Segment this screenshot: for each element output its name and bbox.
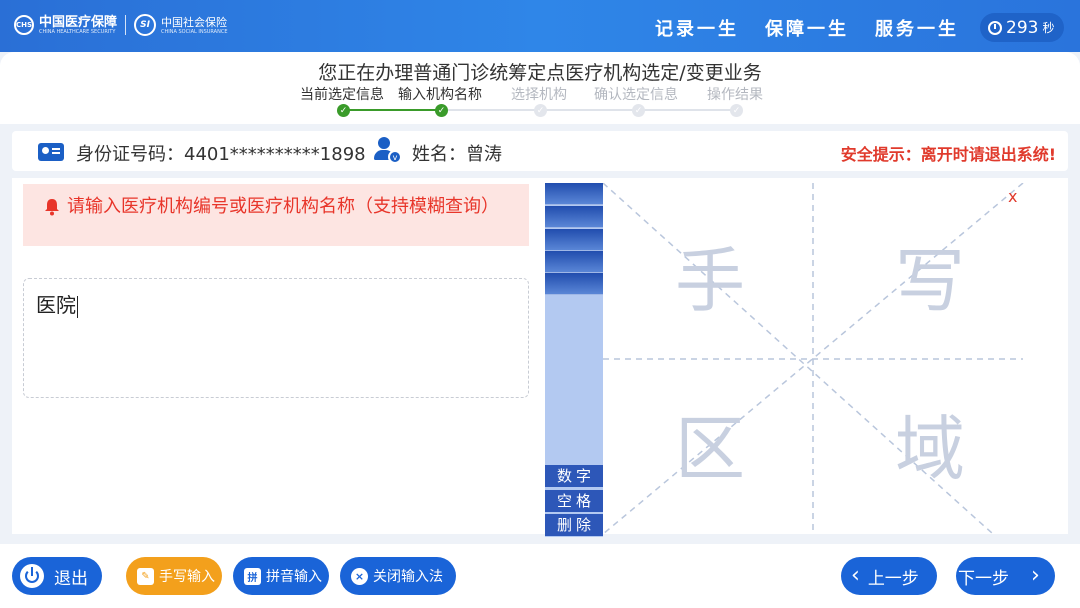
number-key-button[interactable]: 数字 <box>545 465 603 487</box>
slogan-record: 记录一生 <box>655 19 739 40</box>
text-caret <box>77 295 78 318</box>
id-number: 身份证号码：4401**********1898 <box>76 140 366 166</box>
candidate-slot[interactable] <box>545 229 603 251</box>
step-current-info: 当前选定信息 <box>300 87 384 103</box>
user-info-bar: 身份证号码：4401**********1898 v 姓名：曾涛 安全提示：离开… <box>12 131 1068 171</box>
step-dot-5: ✓ <box>730 104 743 117</box>
candidate-keypad: 数字 空格 删除 <box>545 183 603 537</box>
alert-text: 请输入医疗机构编号或医疗机构名称（支持模糊查询） <box>67 196 499 217</box>
next-label: 下一步 <box>958 568 1009 589</box>
pad-hint-char: 区 <box>675 408 745 490</box>
step-result: 操作结果 <box>707 87 763 103</box>
brand-primary-english: CHINA HEALTHCARE SECURITY <box>39 28 116 35</box>
step-dot-3: ✓ <box>534 104 547 117</box>
step-select-institution: 选择机构 <box>511 87 567 103</box>
chevron-left-icon: ‹ <box>851 563 860 588</box>
next-step-button[interactable]: 下一步 › <box>956 557 1055 595</box>
delete-key-button[interactable]: 删除 <box>545 514 603 536</box>
prev-label: 上一步 <box>867 568 919 589</box>
pad-hint-char: 域 <box>895 408 965 490</box>
brand-secondary-name: 中国社会保险 <box>161 15 228 29</box>
institution-search-input[interactable]: 医院 <box>23 278 529 398</box>
chevron-right-icon: › <box>1031 563 1040 588</box>
pinyin-input-button[interactable]: 拼 拼音输入 <box>233 557 329 595</box>
bell-icon <box>45 199 59 216</box>
step-enter-name: 输入机构名称 <box>398 87 482 103</box>
space-key-button[interactable]: 空格 <box>545 490 603 512</box>
prev-step-button[interactable]: ‹ 上一步 <box>841 557 937 595</box>
brand-divider <box>125 15 127 35</box>
timer-unit: 秒 <box>1042 21 1055 35</box>
brand-primary-name: 中国医疗保障 <box>39 14 118 30</box>
candidate-slot[interactable] <box>545 273 603 295</box>
bottom-toolbar: 退出 ✎ 手写输入 拼 拼音输入 × 关闭输入法 ‹ 上一步 下一步 › <box>0 544 1080 608</box>
exit-label: 退出 <box>54 568 88 589</box>
pinyin-label: 拼音输入 <box>266 569 322 585</box>
id-value: 4401**********1898 <box>184 144 366 165</box>
step-dot-1: ✓ <box>337 104 350 117</box>
page-title: 您正在办理普通门诊统筹定点医疗机构选定/变更业务 <box>318 62 762 84</box>
candidate-slot[interactable] <box>545 183 603 205</box>
handwriting-grid <box>603 183 1024 534</box>
step-dot-4: ✓ <box>632 104 645 117</box>
user-name: 姓名：曾涛 <box>412 140 502 166</box>
handwriting-pad[interactable]: 手 写 区 域 x <box>603 183 1068 534</box>
power-icon <box>20 564 44 588</box>
candidate-slot[interactable] <box>545 206 603 228</box>
candidate-slot[interactable] <box>545 251 603 273</box>
step-confirm: 确认选定信息 <box>594 87 678 103</box>
slogan-serve: 服务一生 <box>875 19 959 40</box>
name-label: 姓名： <box>412 144 466 165</box>
countdown-timer: 293 秒 <box>980 13 1064 42</box>
step-progress-done <box>343 109 441 111</box>
social-insurance-logo-icon: SI <box>134 14 157 36</box>
handwrite-label: 手写输入 <box>159 569 215 585</box>
slogans: 记录一生 保障一生 服务一生 <box>655 15 959 41</box>
brand-secondary-english: CHINA SOCIAL INSURANCE <box>161 28 228 35</box>
exit-button[interactable]: 退出 <box>12 557 102 595</box>
pen-icon: ✎ <box>137 567 154 585</box>
top-bar: CHS 中国医疗保障 CHINA HEALTHCARE SECURITY SI … <box>0 0 1080 52</box>
handwrite-input-button[interactable]: ✎ 手写输入 <box>126 557 222 595</box>
close-pad-button[interactable]: x <box>1008 187 1017 206</box>
timer-value: 293 <box>1006 17 1039 38</box>
security-tip: 安全提示：离开时请退出系统! <box>840 145 1056 164</box>
id-card-icon <box>38 143 64 161</box>
pad-hint-char: 手 <box>675 240 745 322</box>
brand: CHS 中国医疗保障 CHINA HEALTHCARE SECURITY SI … <box>14 14 228 36</box>
verified-user-icon: v <box>374 137 402 165</box>
keyboard-icon: 拼 <box>244 567 261 585</box>
input-hint-alert: 请输入医疗机构编号或医疗机构名称（支持模糊查询） <box>23 184 529 246</box>
pad-hint-char: 写 <box>895 240 965 322</box>
slogan-protect: 保障一生 <box>765 19 849 40</box>
close-ime-button[interactable]: × 关闭输入法 <box>340 557 456 595</box>
input-value: 医院 <box>36 293 76 317</box>
step-dot-2: ✓ <box>435 104 448 117</box>
close-ime-label: 关闭输入法 <box>373 569 443 585</box>
healthcare-security-logo-icon: CHS <box>14 15 34 35</box>
alarm-clock-icon <box>988 20 1002 35</box>
name-value: 曾涛 <box>466 144 502 165</box>
id-label: 身份证号码： <box>76 144 184 165</box>
close-icon: × <box>351 567 368 585</box>
